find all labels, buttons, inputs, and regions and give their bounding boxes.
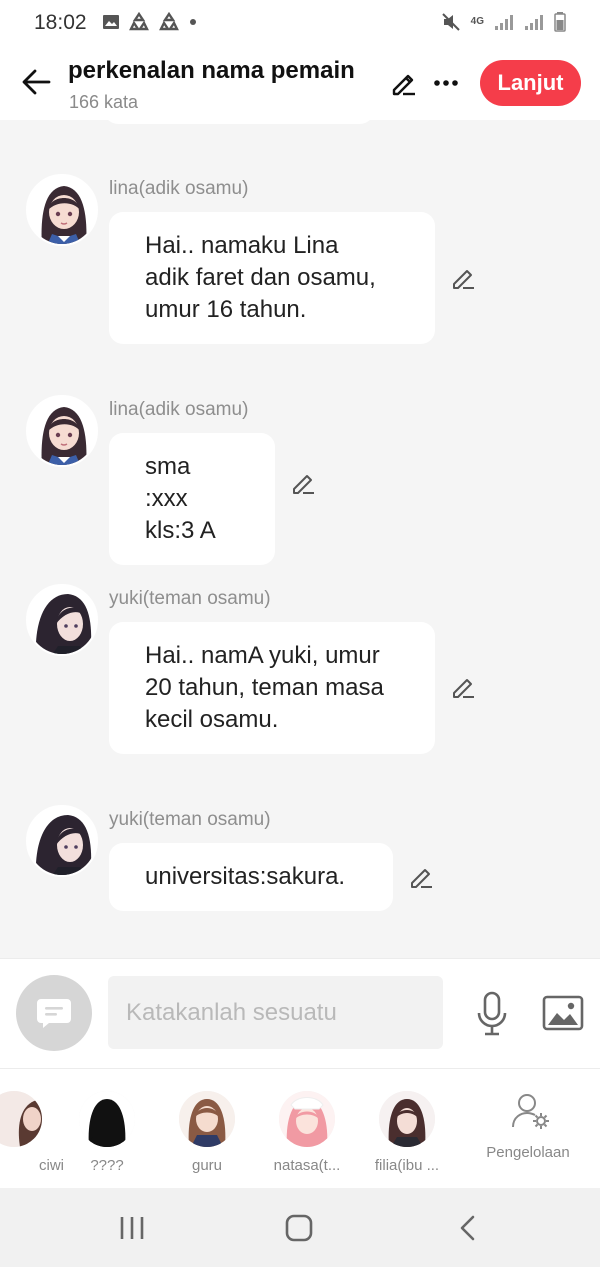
pencil-icon [453,270,474,289]
character-item[interactable]: guru [157,1091,257,1181]
character-name: filia(ibu ... [374,1157,440,1174]
signal-icon [525,15,543,30]
speaker-name: yuki(teman osamu) [109,588,271,609]
home-icon [285,1214,313,1242]
battery-icon [554,12,566,32]
edit-title-button[interactable] [386,66,420,100]
message-line: umur 16 tahun. [145,296,307,323]
character-avatar [0,1091,42,1147]
character-item[interactable]: natasa(t... [257,1091,357,1181]
dot-icon [190,19,196,25]
speaker-name: lina(adik osamu) [109,178,249,199]
voice-input-button[interactable] [472,989,512,1039]
arrow-left-icon [22,69,51,95]
message-line: Hai.. namaku Lina [145,232,339,259]
character-name: guru [191,1157,223,1174]
message-input[interactable] [108,976,443,1049]
edit-message-button[interactable] [447,671,479,703]
user-settings-icon [512,1094,549,1129]
speaker-name: yuki(teman osamu) [109,809,271,830]
recycle-notification-icon [159,12,179,31]
message-line: kecil osamu. [145,706,279,733]
message-line: Hai.. namA yuki, umur [145,642,380,669]
pencil-icon [411,869,432,888]
speaker-name: lina(adik osamu) [109,399,249,420]
character-avatar [279,1091,335,1147]
character-name: ???? [90,1157,124,1174]
home-button[interactable] [279,1210,319,1246]
manage-characters-button[interactable]: Pengelolaan [478,1089,588,1179]
compose-button[interactable] [16,975,92,1051]
status-bar: 18:02 4G [0,0,600,46]
back-nav-button[interactable] [447,1210,487,1246]
yuki-avatar[interactable] [26,805,98,877]
message-bubble[interactable]: universitas:sakura. [109,843,393,911]
character-avatar [179,1091,235,1147]
message-line: universitas:sakura. [145,863,346,890]
recent-apps-icon [120,1217,144,1239]
more-options-button[interactable] [428,66,464,100]
next-button[interactable]: Lanjut [480,60,581,106]
manage-label: Pengelolaan [486,1144,570,1161]
network-type-label: 4G [470,16,484,27]
pencil-icon [392,74,415,96]
status-time: 18:02 [34,11,87,34]
character-item[interactable]: ciwi [0,1091,64,1181]
image-icon [542,995,584,1031]
message-input-bar [0,958,600,1068]
edit-message-button[interactable] [405,861,437,893]
lina-avatar[interactable] [26,174,98,246]
character-list: ciwi ???? guru natasa(t... filia(ibu ...… [0,1068,600,1188]
character-item[interactable]: filia(ibu ... [357,1091,457,1181]
message-line: kls:3 A [145,517,216,544]
back-button[interactable] [16,62,56,102]
previous-message-bubble [104,120,374,124]
message-bubble[interactable]: sma :xxx kls:3 A [109,433,275,565]
chat-area[interactable]: lina(adik osamu) Hai.. namaku Lina adik … [0,120,600,958]
story-header: perkenalan nama pemain 166 kata Lanjut [0,46,600,120]
mute-icon [441,13,460,31]
notification-icons [102,12,198,32]
message-line: 20 tahun, teman masa [145,674,384,701]
insert-image-button[interactable] [540,991,586,1035]
pencil-icon [453,679,474,698]
character-name: natasa(t... [273,1157,341,1174]
word-count: 166 kata [69,92,139,112]
story-title: perkenalan nama pemain [68,57,355,84]
system-icons: 4G [441,12,566,32]
pencil-icon [293,475,314,494]
microphone-icon [477,991,507,1036]
character-item[interactable]: ???? [57,1091,157,1181]
message-line: adik faret dan osamu, [145,264,376,291]
lina-avatar[interactable] [26,395,98,467]
system-navigation-bar [0,1188,600,1267]
more-icon [434,80,458,86]
character-avatar [379,1091,435,1147]
message-line: sma :xxx [145,453,191,512]
yuki-avatar[interactable] [26,584,98,656]
edit-message-button[interactable] [447,262,479,294]
edit-message-button[interactable] [287,467,319,499]
recycle-notification-icon [129,12,149,31]
gallery-notification-icon [103,15,119,29]
chevron-left-icon [460,1215,475,1241]
character-avatar [79,1091,135,1147]
message-bubble[interactable]: Hai.. namA yuki, umur 20 tahun, teman ma… [109,622,435,754]
recent-apps-button[interactable] [112,1210,152,1246]
character-name: ciwi [39,1157,64,1174]
chat-bubble-icon [37,999,71,1028]
signal-icon [495,15,513,30]
message-bubble[interactable]: Hai.. namaku Lina adik faret dan osamu, … [109,212,435,344]
